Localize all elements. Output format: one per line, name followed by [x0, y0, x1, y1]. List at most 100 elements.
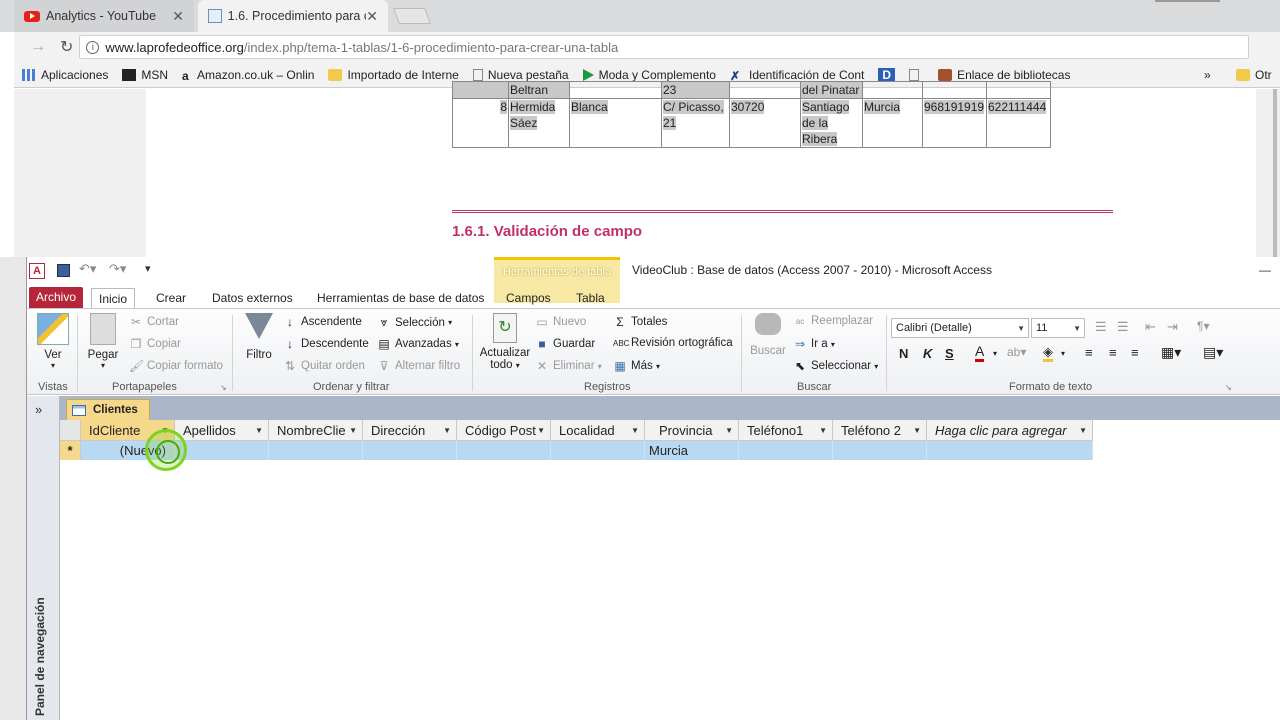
cell-provincia[interactable]: Murcia	[645, 441, 739, 460]
bookmark-amazon[interactable]: a Amazon.co.uk – Onlin	[182, 68, 314, 83]
bookmark-folder-otros[interactable]: Otr	[1236, 68, 1272, 82]
bookmark-moda[interactable]: Moda y Complemento	[582, 68, 716, 82]
tab-archivo[interactable]: Archivo	[29, 287, 84, 309]
chevron-down-icon[interactable]: ▼	[255, 426, 263, 435]
column-header-telefono1[interactable]: Teléfono1 ▼	[739, 420, 833, 441]
close-icon[interactable]: ✕	[172, 8, 184, 25]
window-control[interactable]	[1155, 0, 1220, 2]
gridlines-icon[interactable]: ▦▾	[1161, 344, 1181, 361]
chevron-down-icon[interactable]: ▼	[913, 426, 921, 435]
new-tab-button[interactable]	[393, 8, 431, 24]
indent-decrease-icon[interactable]: ⇤	[1145, 319, 1156, 335]
tab-clientes[interactable]: Clientes	[66, 399, 150, 420]
font-name-combo[interactable]: Calibri (Detalle) ▼	[891, 318, 1029, 338]
dropdown-arrow-icon[interactable]: ▾	[993, 349, 997, 358]
bookmark-d[interactable]: D	[878, 67, 896, 82]
sort-ascending-button[interactable]: ↓ Ascendente	[283, 315, 362, 329]
goto-button[interactable]: ⇒ Ir a ▾	[793, 337, 835, 351]
bookmark-msn[interactable]: MSN	[122, 68, 168, 82]
spelling-button[interactable]: ABC Revisión ortográfica	[613, 337, 733, 349]
bookmark-bibliotecas[interactable]: Enlace de bibliotecas	[938, 68, 1070, 82]
tab-campos[interactable]: Campos	[499, 288, 558, 309]
minimize-icon[interactable]: —	[1259, 263, 1271, 277]
redo-icon[interactable]: ↷▾	[109, 261, 126, 277]
navigation-pane[interactable]: » Panel de navegación	[27, 396, 60, 720]
align-center-icon[interactable]: ≡	[1109, 345, 1117, 360]
cut-button[interactable]: ✂ Cortar	[129, 315, 179, 329]
column-header-codigo-postal[interactable]: Código Post ▼	[457, 420, 551, 441]
reload-icon[interactable]: ↻	[60, 37, 73, 57]
chevron-down-icon[interactable]: ▼	[1079, 426, 1087, 435]
tab-datos-externos[interactable]: Datos externos	[205, 288, 300, 309]
paste-button[interactable]: Pegar ▾	[83, 313, 123, 370]
chevron-down-icon[interactable]: ▼	[631, 426, 639, 435]
cell-nombrecliente[interactable]	[269, 441, 363, 460]
select-all-box[interactable]	[60, 420, 81, 441]
chevron-down-icon[interactable]: ▼	[443, 426, 451, 435]
view-button[interactable]: Ver ▾	[33, 313, 73, 370]
undo-icon[interactable]: ↶▾	[79, 261, 96, 277]
address-bar[interactable]: i www.laprofedeoffice.org/index.php/tema…	[79, 35, 1250, 59]
chevron-down-icon[interactable]: ▼	[819, 426, 827, 435]
column-header-provincia[interactable]: Provincia ▼	[645, 420, 739, 441]
select-button[interactable]: ⬉ Seleccionar ▾	[793, 359, 878, 373]
align-right-icon[interactable]: ≡	[1131, 345, 1139, 360]
tab-inicio[interactable]: Inicio	[91, 288, 136, 309]
save-record-button[interactable]: ■ Guardar	[535, 337, 595, 351]
dialog-launcher-icon[interactable]: ↘	[220, 383, 227, 392]
cell-apellidos[interactable]	[175, 441, 269, 460]
replace-button[interactable]: ac Reemplazar	[793, 315, 873, 327]
alternate-row-color-icon[interactable]: ▤▾	[1203, 344, 1223, 361]
font-size-combo[interactable]: 11 ▼	[1031, 318, 1085, 338]
fill-color-icon[interactable]: ◈	[1043, 345, 1053, 362]
column-header-localidad[interactable]: Localidad ▼	[551, 420, 645, 441]
bookmarks-overflow[interactable]: »	[1204, 68, 1211, 82]
font-color-icon[interactable]: A	[975, 344, 985, 362]
customize-qat-icon[interactable]: ▾	[145, 262, 151, 275]
cell-add-field[interactable]	[927, 441, 1093, 460]
tab-herramientas-bd[interactable]: Herramientas de base de datos	[310, 288, 491, 309]
column-header-nombrecliente[interactable]: NombreClie ▼	[269, 420, 363, 441]
format-painter-button[interactable]: 🖌 Copiar formato	[129, 359, 223, 373]
column-header-direccion[interactable]: Dirección ▼	[363, 420, 457, 441]
bullets-icon[interactable]: ☰	[1095, 319, 1107, 335]
browser-tab-laprofe[interactable]: 1.6. Procedimiento para c ✕	[198, 0, 388, 32]
browser-tab-youtube[interactable]: Analytics - YouTube ✕	[14, 0, 194, 32]
numbering-icon[interactable]: ☰	[1117, 319, 1129, 335]
column-header-telefono2[interactable]: Teléfono 2 ▼	[833, 420, 927, 441]
advanced-filter-button[interactable]: ▤ Avanzadas ▾	[377, 337, 459, 351]
column-header-apellidos[interactable]: Apellidos ▼	[175, 420, 269, 441]
bookmark-identificacion[interactable]: ✗ Identificación de Cont	[730, 68, 864, 83]
bookmark-nueva-pestana[interactable]: Nueva pestaña	[472, 68, 569, 82]
bookmark-apps[interactable]: Aplicaciones	[22, 68, 108, 82]
toggle-filter-button[interactable]: ⊽ Alternar filtro	[377, 359, 461, 373]
cell-codigo-postal[interactable]	[457, 441, 551, 460]
selection-button[interactable]: ⩔ Selección ▾	[377, 315, 452, 330]
sort-descending-button[interactable]: ↓ Descendente	[283, 337, 369, 351]
cell-localidad[interactable]	[551, 441, 645, 460]
scrollbar[interactable]	[1273, 89, 1277, 257]
copy-button[interactable]: ❐ Copiar	[129, 337, 181, 351]
chevron-down-icon[interactable]: ▼	[537, 426, 545, 435]
underline-button[interactable]: S	[945, 346, 954, 361]
tab-tabla[interactable]: Tabla	[569, 288, 612, 309]
indent-increase-icon[interactable]: ⇥	[1167, 319, 1178, 335]
clear-sort-button[interactable]: ⇅ Quitar orden	[283, 359, 365, 373]
close-icon[interactable]: ✕	[366, 8, 378, 25]
cell-telefono2[interactable]	[833, 441, 927, 460]
align-left-icon[interactable]: ≡	[1085, 345, 1093, 360]
refresh-all-button[interactable]: ↻ Actualizar todo ▾	[477, 313, 533, 371]
bookmark-folder-importado[interactable]: Importado de Interne	[328, 68, 459, 82]
highlight-icon[interactable]: ab▾	[1007, 345, 1026, 359]
dialog-launcher-icon[interactable]: ↘	[1225, 383, 1232, 392]
chevron-down-icon[interactable]: ▼	[725, 426, 733, 435]
bookmark-blank-page[interactable]	[909, 68, 924, 81]
forward-icon[interactable]: →	[30, 38, 46, 56]
find-button[interactable]: Buscar	[747, 313, 789, 357]
bold-button[interactable]: N	[899, 346, 908, 361]
chevron-down-icon[interactable]: ▼	[349, 426, 357, 435]
cell-direccion[interactable]	[363, 441, 457, 460]
save-icon[interactable]	[57, 264, 70, 277]
totals-button[interactable]: Σ Totales	[613, 315, 667, 329]
new-record-button[interactable]: ▭ Nuevo	[535, 315, 586, 329]
